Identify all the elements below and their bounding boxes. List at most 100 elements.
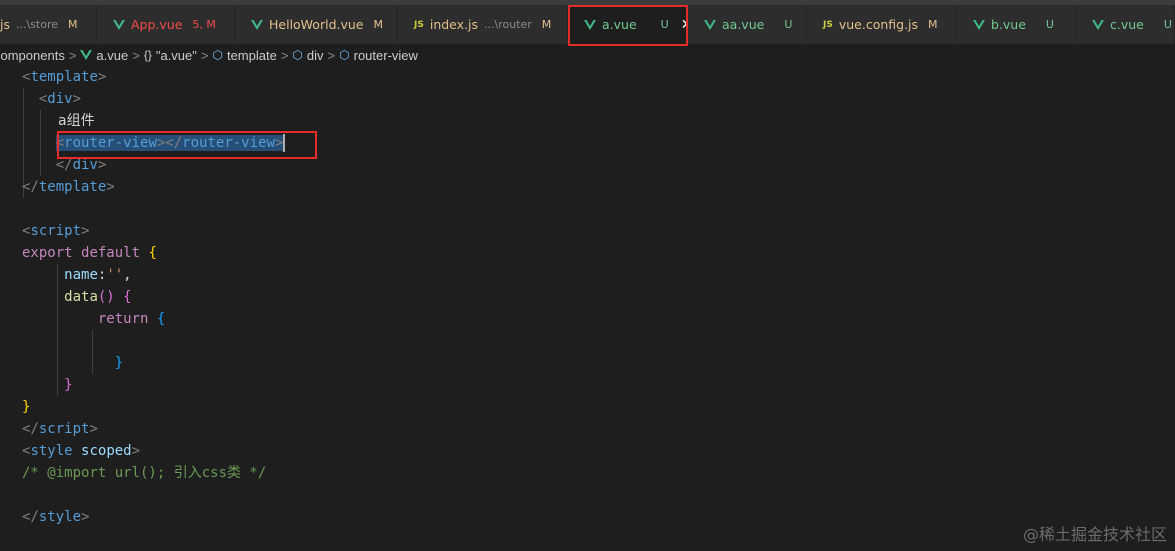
- watermark: @稀土掘金技术社区: [1022, 525, 1167, 544]
- vue-icon: [1092, 19, 1104, 30]
- git-status: 5, M: [192, 18, 216, 31]
- tab-label: js: [0, 17, 10, 32]
- code-line: }: [22, 374, 73, 396]
- code-token: template: [30, 69, 98, 85]
- editor-tab-bar: js ...\store M App.vue 5, M HelloWorld.v…: [0, 5, 1175, 44]
- code-token: }: [114, 355, 124, 371]
- chevron-right-icon: >: [68, 47, 77, 63]
- tab-b-vue[interactable]: b.vue U: [957, 5, 1076, 44]
- tab-aa-vue[interactable]: aa.vue U: [688, 5, 807, 44]
- code-token: script: [38, 421, 90, 437]
- text-cursor: [283, 134, 286, 152]
- chevron-right-icon: >: [200, 47, 209, 63]
- tab-router-index-js[interactable]: JS index.js ...\router M: [398, 5, 568, 44]
- code-token: {: [148, 245, 157, 261]
- code-line: </div>: [55, 157, 107, 173]
- code-line: </script>: [22, 421, 98, 437]
- code-token: div: [72, 157, 98, 173]
- breadcrumb-folder[interactable]: components: [0, 48, 65, 63]
- code-token: router-view: [64, 135, 157, 151]
- js-icon: JS: [823, 19, 833, 30]
- code-line: }: [22, 396, 30, 418]
- tab-app-vue[interactable]: App.vue 5, M: [97, 5, 235, 44]
- code-token: '': [106, 267, 124, 283]
- git-status: M: [68, 18, 78, 31]
- code-line: a组件: [22, 110, 95, 132]
- code-line: <router-view></router-view>: [55, 134, 286, 152]
- tab-path: ...\store: [16, 18, 59, 31]
- code-token: }: [22, 399, 31, 415]
- code-token: name: [64, 267, 98, 283]
- breadcrumb: components > a.vue > {} "a.vue" > ⬡ temp…: [0, 44, 1175, 66]
- code-token: scoped: [81, 443, 132, 459]
- code-line: data() {: [64, 289, 132, 305]
- vue-icon: [251, 19, 263, 30]
- tab-label: a.vue: [602, 17, 637, 32]
- code-token: router-view: [182, 135, 275, 151]
- code-token: style: [38, 509, 82, 525]
- js-icon: JS: [414, 19, 424, 30]
- git-status: M: [373, 18, 384, 31]
- vue-icon: [704, 19, 716, 30]
- code-token: script: [30, 223, 82, 239]
- code-token: {: [156, 311, 166, 327]
- code-line: }: [22, 352, 123, 374]
- git-status: U: [660, 18, 669, 31]
- chevron-right-icon: >: [132, 47, 140, 63]
- tab-label: App.vue: [131, 17, 183, 32]
- code-line: /* @import url(); 引入css类 */: [22, 462, 266, 484]
- code-token: default: [81, 245, 141, 261]
- cube-icon: ⬡: [292, 48, 303, 62]
- tab-label: vue.config.js: [838, 17, 919, 32]
- tab-helloworld-vue[interactable]: HelloWorld.vue M: [235, 5, 398, 44]
- chevron-right-icon: >: [280, 47, 289, 63]
- code-token: data: [64, 289, 98, 305]
- tab-label: HelloWorld.vue: [269, 17, 364, 32]
- git-status: M: [928, 18, 938, 31]
- code-token: export: [22, 245, 73, 261]
- chevron-right-icon: >: [327, 47, 336, 63]
- vue-icon: [584, 19, 596, 30]
- tab-path: ...\router: [484, 18, 532, 31]
- tab-label: c.vue: [1110, 17, 1144, 32]
- close-icon[interactable]: ✕: [681, 17, 687, 33]
- tab-label: index.js: [429, 17, 479, 32]
- code-token: style: [30, 443, 73, 459]
- tab-label: aa.vue: [722, 17, 765, 32]
- tab-c-vue[interactable]: c.vue U: [1076, 5, 1175, 44]
- breadcrumb-div[interactable]: div: [307, 48, 324, 63]
- code-token: return: [97, 311, 149, 327]
- code-token: a组件: [58, 113, 95, 129]
- tab-label: b.vue: [991, 17, 1026, 32]
- code-line: </template>: [22, 179, 115, 195]
- tab-store-index-js[interactable]: js ...\store M: [0, 5, 97, 44]
- code-line: return {: [22, 308, 165, 330]
- tab-a-vue[interactable]: a.vue U ✕: [570, 5, 688, 44]
- code-line: </style>: [22, 509, 90, 525]
- code-editor[interactable]: <template> <div> a组件 <router-view></rout…: [0, 66, 1175, 551]
- braces-icon: {}: [143, 48, 152, 62]
- git-status: M: [541, 18, 552, 31]
- vue-icon: [80, 50, 93, 60]
- code-line: export default {: [22, 242, 157, 264]
- breadcrumb-router-view[interactable]: router-view: [354, 48, 418, 63]
- cube-icon: ⬡: [212, 48, 223, 62]
- code-token: template: [38, 179, 107, 195]
- code-line: name:'',: [64, 267, 132, 283]
- tab-vue-config-js[interactable]: JS vue.config.js M: [807, 5, 957, 44]
- code-token: div: [47, 91, 73, 107]
- git-status: U: [1163, 18, 1172, 31]
- code-line: <template>: [22, 69, 107, 85]
- git-status: U: [784, 18, 793, 31]
- cube-icon: ⬡: [339, 48, 350, 62]
- breadcrumb-module[interactable]: "a.vue": [156, 48, 197, 63]
- vue-icon: [973, 19, 985, 30]
- git-status: U: [1045, 18, 1054, 31]
- breadcrumb-file[interactable]: a.vue: [96, 48, 128, 63]
- code-line: <script>: [22, 223, 90, 239]
- code-token: /* @import url(); 引入css类 */: [22, 465, 267, 481]
- code-token: }: [64, 377, 73, 393]
- breadcrumb-template[interactable]: template: [227, 48, 277, 63]
- vue-icon: [113, 19, 125, 30]
- code-line: <div>: [38, 91, 82, 107]
